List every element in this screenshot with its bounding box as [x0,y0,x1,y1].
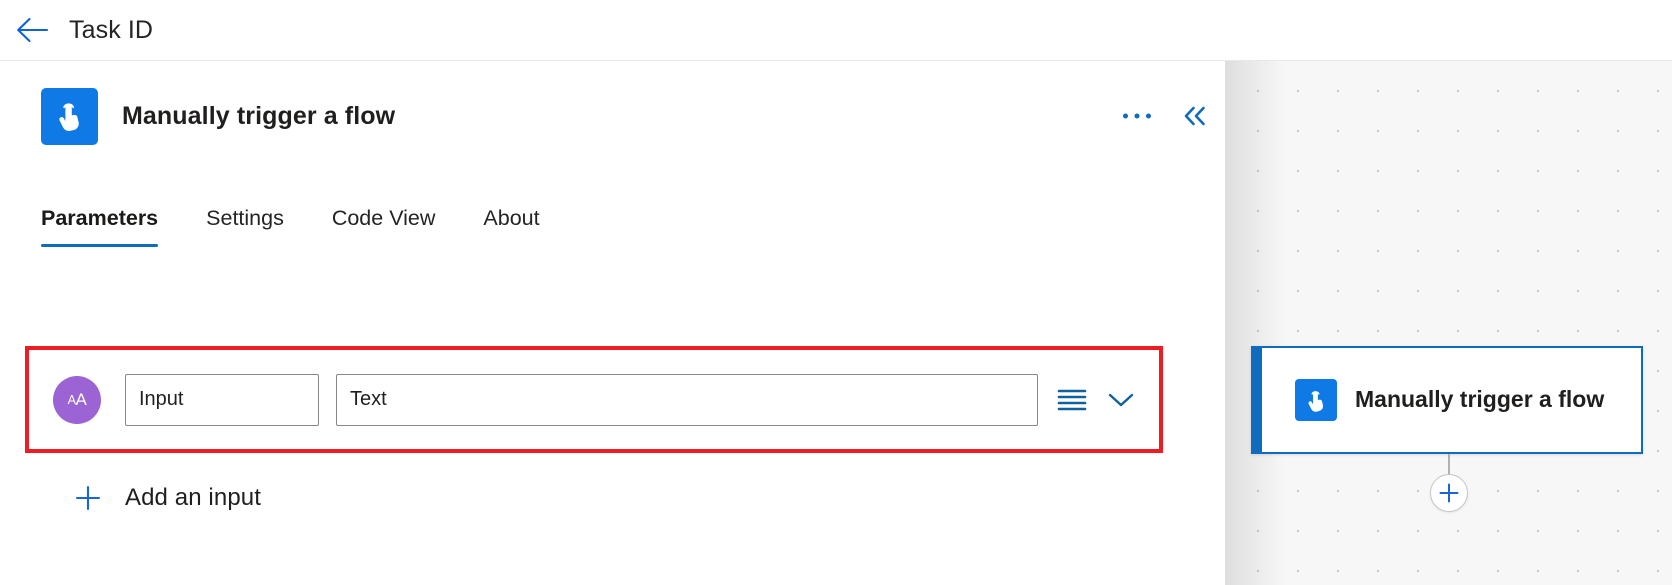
tab-parameters[interactable]: Parameters [41,206,182,247]
node-accent-bar [1253,348,1262,452]
type-badge-large-a: A [75,389,87,409]
arrow-left-icon [16,17,50,43]
add-input-button[interactable]: Add an input [75,474,261,522]
app-root: Task ID Manually trigger a flow Paramete… [0,0,1672,585]
hamburger-list-icon [1057,387,1087,413]
parameter-expand-button[interactable] [1101,380,1141,420]
collapse-panel-button[interactable] [1173,94,1217,138]
ellipsis-icon [1122,112,1152,120]
flow-canvas[interactable]: Manually trigger a flow [1225,61,1672,585]
page-title: Task ID [69,15,154,44]
canvas-left-shadow [1225,61,1285,585]
tab-about[interactable]: About [459,206,563,247]
plus-icon [75,485,101,511]
panel-header: Manually trigger a flow [0,61,1225,171]
input-name-field[interactable] [125,373,319,426]
trigger-detail-panel: Manually trigger a flow Parameters Setti… [0,61,1225,585]
text-type-icon[interactable]: AA [53,375,101,424]
back-button[interactable] [10,7,56,53]
input-value-field[interactable] [336,373,1038,426]
tab-settings[interactable]: Settings [182,206,308,247]
type-badge-small-a: A [67,392,76,407]
flow-node-manual-trigger[interactable]: Manually trigger a flow [1251,346,1643,454]
tab-code-view[interactable]: Code View [308,206,460,247]
parameter-row-highlight: AA [25,346,1163,453]
add-input-label: Add an input [125,484,261,511]
panel-title: Manually trigger a flow [122,101,396,130]
plus-circle-icon [1438,482,1460,504]
parameter-menu-button[interactable] [1052,380,1092,420]
panel-header-actions [1115,61,1217,171]
parameter-row-actions [1052,380,1141,420]
manual-trigger-tap-icon [1295,379,1337,421]
more-options-button[interactable] [1115,94,1159,138]
top-bar: Task ID [0,0,1672,61]
chevron-down-icon [1106,390,1136,410]
double-chevron-left-icon [1180,105,1210,127]
parameter-row: AA [29,350,1159,449]
node-title: Manually trigger a flow [1355,386,1605,413]
panel-tabs: Parameters Settings Code View About [41,206,564,247]
add-node-button[interactable] [1430,474,1468,512]
manual-trigger-tap-icon [41,87,98,145]
